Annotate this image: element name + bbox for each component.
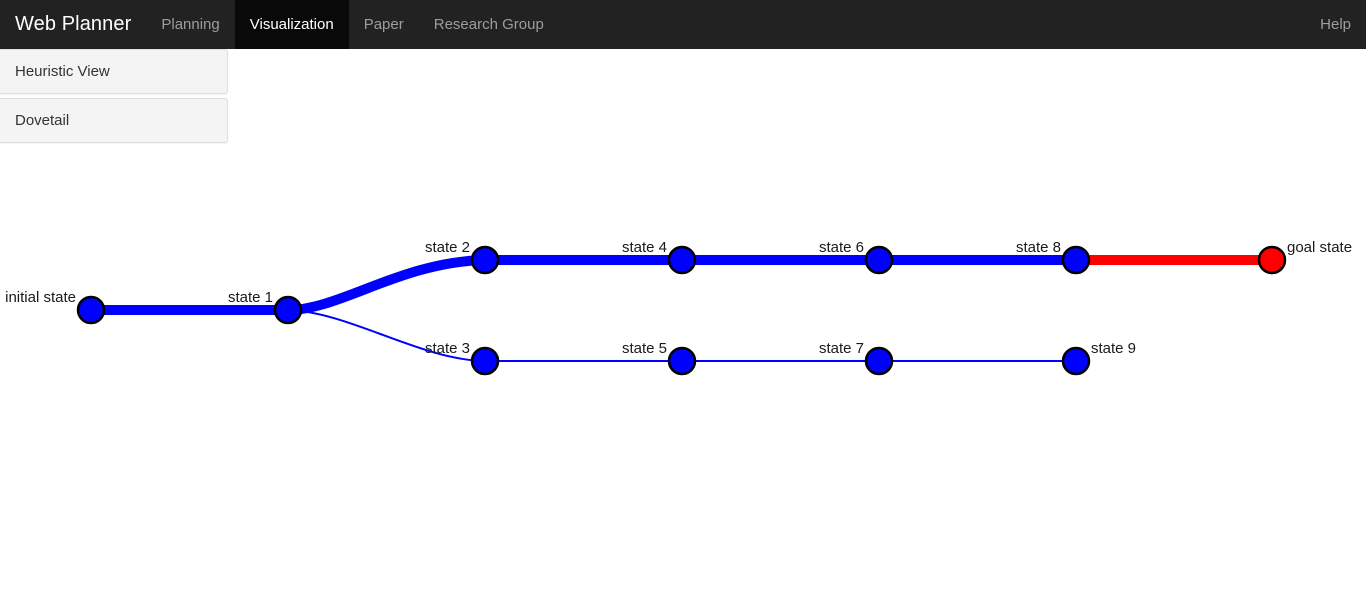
graph-node-s5[interactable] bbox=[667, 346, 697, 376]
graph-svg[interactable]: initial state state 1 state 2 state 3 state … bbox=[0, 49, 1366, 607]
graph-node-goal[interactable] bbox=[1257, 245, 1287, 275]
nav-link-visualization[interactable]: Visualization bbox=[234, 0, 349, 49]
nav-links: Planning Visualization Paper Research Gr… bbox=[146, 0, 558, 49]
graph-node-s8[interactable] bbox=[1061, 245, 1091, 275]
graph-edge[interactable] bbox=[287, 255, 486, 315]
nav-link-planning[interactable]: Planning bbox=[146, 0, 234, 49]
graph-node-label-s5: state 5 bbox=[622, 340, 667, 357]
graph-node-s7[interactable] bbox=[864, 346, 894, 376]
graph-node-initial[interactable] bbox=[76, 295, 106, 325]
graph-node-label-s4: state 4 bbox=[622, 239, 667, 256]
graph-node-s2[interactable] bbox=[470, 245, 500, 275]
graph-node-label-s9: state 9 bbox=[1091, 340, 1136, 357]
graph-node-label-s1: state 1 bbox=[228, 289, 273, 306]
graph-node-label-s7: state 7 bbox=[819, 340, 864, 357]
graph-node-label-initial: initial state bbox=[5, 289, 76, 306]
state-space-graph[interactable]: initial state state 1 state 2 state 3 state … bbox=[0, 49, 1366, 607]
nav-right-links: Help bbox=[1305, 0, 1366, 49]
graph-node-label-s8: state 8 bbox=[1016, 239, 1061, 256]
graph-node-label-s6: state 6 bbox=[819, 239, 864, 256]
nav-link-help[interactable]: Help bbox=[1305, 0, 1366, 49]
graph-node-label-s3: state 3 bbox=[425, 340, 470, 357]
graph-node-s3[interactable] bbox=[470, 346, 500, 376]
top-navbar: Web Planner Planning Visualization Paper… bbox=[0, 0, 1366, 49]
graph-node-s4[interactable] bbox=[667, 245, 697, 275]
graph-node-s9[interactable] bbox=[1061, 346, 1091, 376]
nav-link-paper[interactable]: Paper bbox=[349, 0, 419, 49]
graph-node-s6[interactable] bbox=[864, 245, 894, 275]
graph-node-label-s2: state 2 bbox=[425, 239, 470, 256]
graph-node-s1[interactable] bbox=[273, 295, 303, 325]
brand-logo[interactable]: Web Planner bbox=[0, 0, 146, 49]
nav-link-research-group[interactable]: Research Group bbox=[419, 0, 559, 49]
graph-node-label-goal: goal state bbox=[1287, 239, 1352, 256]
